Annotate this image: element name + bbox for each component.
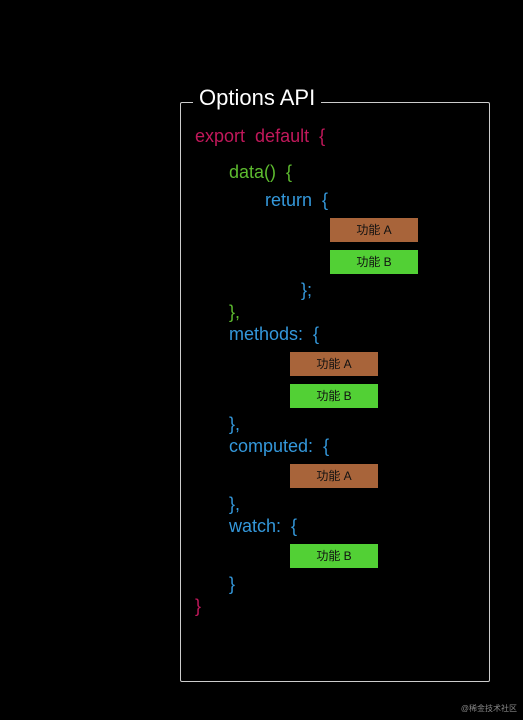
kw-default: default	[255, 126, 309, 146]
line-methods-open: methods: {	[229, 325, 481, 343]
kw-export: export	[195, 126, 245, 146]
line-export: export default {	[195, 127, 481, 145]
code-area: export default { data() { return { 功能 A …	[181, 103, 489, 629]
line-watch-open: watch: {	[229, 517, 481, 535]
line-data-close: },	[229, 303, 481, 321]
kw-computed: computed:	[229, 436, 313, 456]
feature-tag-b: 功能 B	[289, 383, 379, 409]
line-return: return {	[265, 191, 481, 209]
feature-tag-b: 功能 B	[289, 543, 379, 569]
kw-watch: watch:	[229, 516, 281, 536]
line-return-close: };	[301, 281, 481, 299]
kw-methods: methods:	[229, 324, 303, 344]
methods-tags: 功能 A 功能 B	[289, 351, 481, 409]
line-computed-close: },	[229, 495, 481, 513]
line-export-close: }	[195, 597, 481, 615]
options-api-frame: Options API export default { data() { re…	[180, 102, 490, 682]
feature-tag-b: 功能 B	[329, 249, 419, 275]
feature-tag-a: 功能 A	[289, 463, 379, 489]
computed-tags: 功能 A	[289, 463, 481, 489]
feature-tag-a: 功能 A	[289, 351, 379, 377]
line-computed-open: computed: {	[229, 437, 481, 455]
line-methods-close: },	[229, 415, 481, 433]
line-data-open: data() {	[229, 163, 481, 181]
watermark: @稀金技术社区	[461, 703, 517, 714]
kw-return: return	[265, 190, 312, 210]
feature-tag-a: 功能 A	[329, 217, 419, 243]
line-watch-close: }	[229, 575, 481, 593]
watch-tags: 功能 B	[289, 543, 481, 569]
kw-data: data	[229, 162, 264, 182]
data-tags: 功能 A 功能 B	[329, 217, 481, 275]
